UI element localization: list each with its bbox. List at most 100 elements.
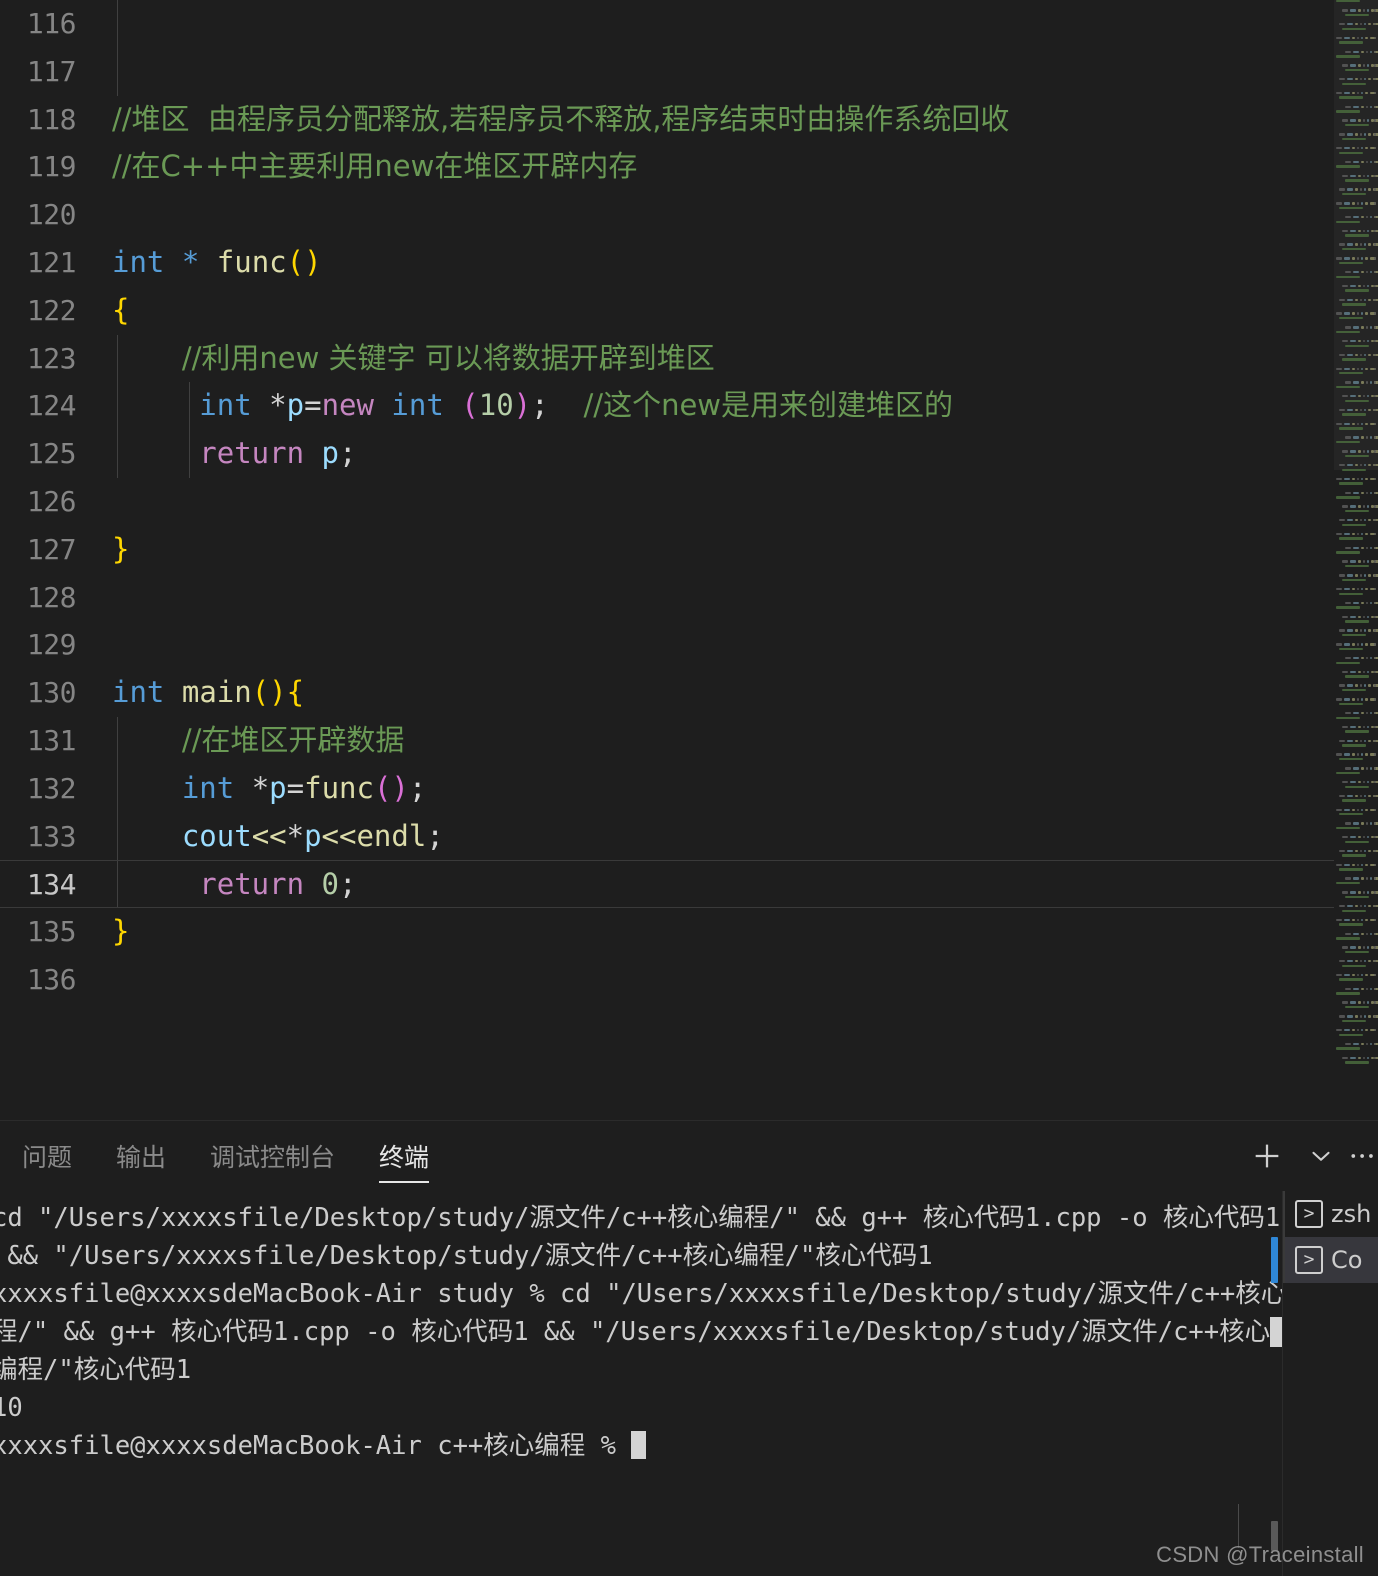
minimap-line — [1334, 215, 1378, 219]
minimap-token — [1374, 588, 1376, 591]
code-line[interactable]: 134 return 0; — [0, 860, 1340, 909]
minimap-token — [1374, 119, 1376, 122]
code-line[interactable]: 123 //利用new 关键字 可以将数据开辟到堆区 — [0, 334, 1340, 383]
minimap-line — [1334, 969, 1378, 972]
code-text: //在堆区开辟数据 — [112, 717, 405, 765]
terminal-tab-zsh[interactable]: > zsh — [1283, 1191, 1378, 1237]
minimap-token — [1344, 973, 1350, 977]
minimap-token — [1342, 725, 1348, 729]
code-line[interactable]: 127} — [0, 526, 1340, 574]
new-terminal-icon[interactable] — [1240, 1121, 1294, 1191]
terminal-tab-code[interactable]: > Co — [1283, 1237, 1378, 1283]
minimap-token — [1339, 151, 1363, 154]
minimap-token — [1345, 50, 1351, 53]
token-plain: ; — [408, 770, 427, 805]
code-line[interactable]: 125 return p; — [0, 430, 1340, 478]
code-line[interactable]: 133 cout<<*p<<endl; — [0, 812, 1340, 861]
minimap-token — [1361, 422, 1363, 426]
minimap-line — [1334, 794, 1378, 798]
terminal-scrollbar[interactable] — [1264, 1191, 1282, 1576]
minimap-token — [1366, 491, 1368, 494]
minimap-token — [1342, 946, 1348, 949]
code-line[interactable]: 124 int *p=new int (10); //这个new是用来创建堆区的 — [0, 382, 1340, 431]
code-line[interactable]: 136 — [0, 956, 1340, 1004]
minimap-line — [1334, 192, 1378, 196]
tab-debug-console[interactable]: 调试控制台 — [188, 1121, 357, 1191]
minimap-token — [1358, 1056, 1361, 1059]
minimap-token — [1345, 215, 1351, 219]
terminal-tabs-list[interactable]: > zsh > Co — [1282, 1191, 1378, 1576]
minimap-token — [1347, 22, 1353, 26]
code-line[interactable]: 121 int * func() — [0, 239, 1340, 287]
minimap-token — [1374, 684, 1376, 687]
minimap-token — [1339, 849, 1345, 853]
minimap-token — [1374, 546, 1376, 550]
code-line[interactable]: 129 — [0, 621, 1340, 669]
minimap-line — [1334, 271, 1378, 274]
code-line[interactable]: 132 int *p=func(); — [0, 764, 1340, 813]
minimap-line — [1334, 418, 1378, 421]
minimap-token — [1339, 868, 1363, 871]
minimap-line — [1334, 298, 1378, 302]
minimap-token — [1347, 794, 1353, 798]
minimap-token — [1367, 64, 1369, 67]
minimap-line — [1334, 151, 1378, 155]
minimap[interactable] — [1334, 0, 1378, 1120]
minimap-token — [1364, 1015, 1366, 1018]
minimap-token — [1370, 436, 1372, 439]
code-lines-container[interactable]: 116 117 118 //堆区 由程序员分配释放,若程序员不释放,程序结束时由操作系… — [0, 0, 1340, 1004]
tab-output[interactable]: 输出 — [94, 1121, 188, 1191]
minimap-line — [1334, 757, 1378, 761]
minimap-token — [1352, 147, 1355, 150]
code-line[interactable]: 130 int main(){ — [0, 669, 1340, 717]
minimap-token — [1336, 202, 1342, 205]
minimap-token — [1367, 836, 1369, 839]
minimap-line — [1334, 377, 1378, 380]
minimap-line — [1334, 234, 1378, 237]
minimap-token — [1345, 987, 1351, 991]
token-fn: endl — [356, 818, 427, 853]
more-actions-icon[interactable] — [1348, 1121, 1378, 1191]
terminal-line: && "/Users/xxxxsfile/Desktop/study/源文件/c… — [0, 1237, 1282, 1275]
token-keyword: int — [391, 388, 444, 423]
minimap-token — [1344, 422, 1350, 426]
minimap-line — [1334, 427, 1378, 430]
minimap-token — [1345, 381, 1351, 384]
code-line[interactable]: 128 — [0, 574, 1340, 622]
token-br2: ( — [373, 770, 392, 805]
minimap-token — [1374, 739, 1376, 742]
minimap-token — [1347, 684, 1353, 687]
chevron-down-icon[interactable] — [1294, 1121, 1348, 1191]
code-line[interactable]: 131 //在堆区开辟数据 — [0, 716, 1340, 765]
code-line[interactable]: 135} — [0, 908, 1340, 956]
code-line[interactable]: 119 //在C++中主要利用new在堆区开辟内存 — [0, 143, 1340, 191]
minimap-line — [1334, 615, 1378, 619]
minimap-token — [1374, 767, 1376, 770]
line-number: 132 — [26, 771, 77, 805]
token-plain: ; — [531, 388, 549, 423]
minimap-line — [1334, 64, 1378, 67]
minimap-token — [1374, 918, 1376, 922]
code-line[interactable]: 126 — [0, 478, 1340, 526]
code-line[interactable]: 118 //堆区 由程序员分配释放,若程序员不释放,程序结束时由操作系统回收 — [0, 96, 1340, 144]
code-line[interactable]: 116 — [0, 0, 1340, 48]
minimap-token — [1361, 202, 1363, 205]
code-editor[interactable]: 116 117 118 //堆区 由程序员分配释放,若程序员不释放,程序结束时由操作系… — [0, 0, 1378, 1120]
code-line[interactable]: 122 { — [0, 287, 1340, 335]
minimap-token — [1342, 303, 1366, 306]
tab-problems[interactable]: 问题 — [0, 1121, 94, 1191]
minimap-line — [1334, 82, 1378, 86]
minimap-token — [1352, 36, 1355, 40]
code-line[interactable]: 117 — [0, 47, 1340, 96]
token-var: p — [286, 388, 305, 423]
minimap-token — [1367, 229, 1369, 233]
minimap-token — [1339, 22, 1345, 26]
minimap-token — [1352, 808, 1355, 811]
terminal-output[interactable]: cd "/Users/xxxxsfile/Desktop/study/源文件/c… — [0, 1191, 1282, 1576]
tab-terminal[interactable]: 终端 — [357, 1121, 451, 1191]
minimap-token — [1370, 271, 1372, 274]
minimap-token — [1361, 808, 1363, 811]
terminal-line-text: 程/" && g++ 核心代码1.cpp -o 核心代码1 && "/Users… — [0, 1317, 1271, 1347]
minimap-token — [1344, 36, 1350, 40]
code-line[interactable]: 120 — [0, 191, 1340, 239]
